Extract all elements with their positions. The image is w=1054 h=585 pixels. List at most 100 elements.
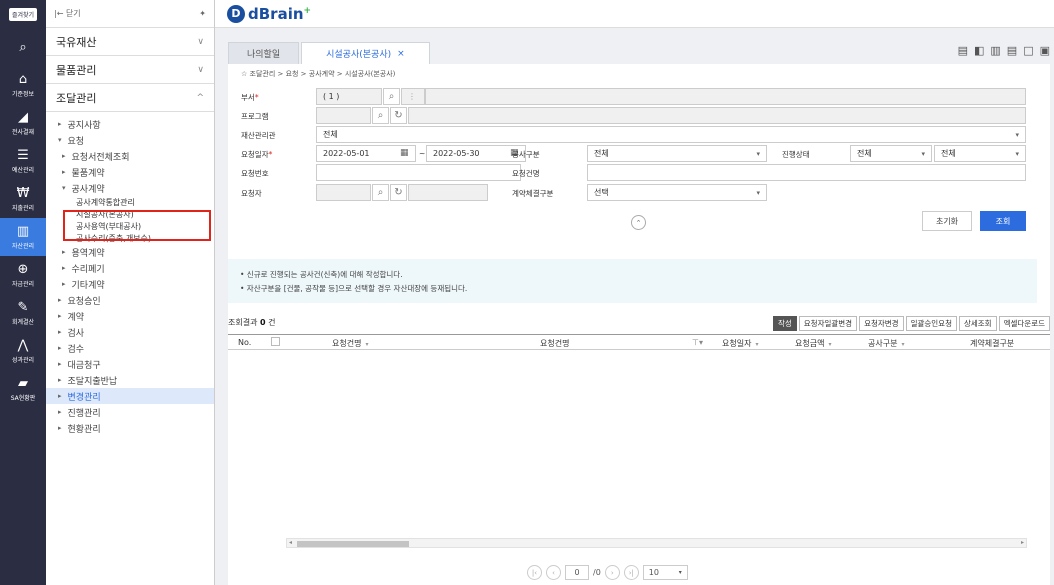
pin-icon[interactable]: ✦ [199, 9, 206, 18]
col-request-amount[interactable]: 요청금액 ▾ [795, 338, 831, 349]
window-icon[interactable]: □ [1023, 44, 1033, 57]
col-contract-method[interactable]: 계약체결구분 [970, 338, 1014, 349]
rail-favorites[interactable]: 즐겨찾기 [0, 0, 46, 28]
main-area: 나의할일 시설공사(본공사) × ▤ ◧ ▥ ▤ □ ▣ ☆ 조달관리 > 요청 … [215, 28, 1054, 585]
asset-manager-select[interactable]: 전체 ▾ [316, 126, 1026, 143]
layout-icon[interactable]: ▤ [958, 44, 968, 57]
sidebar: |← 닫기 ✦ 국유재산 ∨ 물품관리 ∨ 조달관리 ^ ▸ 공지사항 ▾ 요청 ▸ 요청서전체조회… [46, 0, 215, 585]
dept-code-field[interactable]: ( 1 ) [316, 88, 382, 105]
sidebar-category[interactable]: 물품관리 ∨ [46, 56, 214, 84]
action-button[interactable]: 엑셀다운로드 [998, 316, 1050, 331]
requester-search-icon[interactable]: ⌕ [372, 184, 389, 201]
sidebar-tree-item[interactable]: ▾ 요청 [46, 132, 214, 148]
sidebar-tree-item[interactable]: ▸ 수리폐기 [46, 260, 214, 276]
col-no[interactable]: No. [238, 338, 251, 347]
sidebar-category[interactable]: 국유재산 ∨ [46, 28, 214, 56]
requester-code-field[interactable] [316, 184, 371, 201]
reset-button[interactable]: 초기화 [922, 211, 972, 231]
rail-item[interactable]: ⌕ [0, 28, 46, 66]
rows-icon[interactable]: ▤ [1007, 44, 1017, 57]
request-name-input[interactable] [587, 164, 1026, 181]
rail-item[interactable]: ☰ 예산관리 [0, 142, 46, 180]
action-button[interactable]: 작성 [772, 316, 797, 331]
sidebar-tree-item[interactable]: ▸ 요청서전체조회 [46, 148, 214, 164]
next-page-icon[interactable]: › [604, 565, 620, 580]
sidebar-tree-item[interactable]: ▸ 물품계약 [46, 164, 214, 180]
sidebar-tree-item[interactable]: ▸ 용역계약 [46, 244, 214, 260]
sidebar-tree-item[interactable]: ▸ 조달지출반납 [46, 372, 214, 388]
status-select-a[interactable]: 전체 ▾ [850, 145, 932, 162]
sidebar-tree-item[interactable]: ▸ 진행관리 [46, 404, 214, 420]
col-construction-type[interactable]: 공사구분 ▾ [868, 338, 904, 349]
dept-search-icon[interactable]: ⌕ [383, 88, 400, 105]
action-button[interactable]: 상세조회 [958, 316, 997, 331]
sidebar-tree-item[interactable]: ▸ 대금청구 [46, 356, 214, 372]
notice-line-2: • 자산구분을 [건물, 공작물 등]으로 선택할 경우 자산대장에 등재됩니다… [240, 284, 468, 293]
tab-active[interactable]: 시설공사(본공사) × [301, 42, 430, 64]
rail-item[interactable]: ◢ 전사결재 [0, 104, 46, 142]
action-button[interactable]: 일괄승인요청 [905, 316, 957, 331]
sidebar-tree-item[interactable]: ▸ 요청승인 [46, 292, 214, 308]
rail-item[interactable]: ₩ 지출관리 [0, 180, 46, 218]
rail-item[interactable]: ⊕ 자금관리 [0, 256, 46, 294]
sidebar-tree-item[interactable]: ▸ 검수 [46, 340, 214, 356]
select-all-checkbox[interactable] [271, 337, 280, 346]
tree-arrow-icon: ▸ [58, 344, 62, 352]
action-button[interactable]: 요청자일괄변경 [798, 316, 858, 331]
collapse-up-icon[interactable]: ⌃ [631, 215, 646, 230]
rail-item[interactable]: ⌂ 기준정보 [0, 66, 46, 104]
rail-item[interactable]: ▰ SA현황판 [0, 370, 46, 408]
chevron-down-icon: ▾ [678, 569, 682, 576]
requester-reset-icon[interactable]: ↻ [390, 184, 407, 201]
filter-icon[interactable]: ⊤▾ [692, 338, 703, 347]
icon-rail: 즐겨찾기 ⌕ ⌂ 기준정보 ◢ 전사결재 ☰ 예산관리 ₩ 지출관리 ▥ 자산관리 ⊕ 자금관리 ✎ 회계결… [0, 0, 46, 585]
rail-item[interactable]: ▥ 자산관리 [0, 218, 46, 256]
rail-item[interactable]: ✎ 회계결산 [0, 294, 46, 332]
dept-clear-field[interactable]: ⋮ [401, 88, 425, 105]
col-request-name[interactable]: 요청건명 ▾ [332, 338, 368, 349]
tab-home[interactable]: 나의할일 [228, 42, 300, 64]
calendar-icon[interactable]: ▦ [400, 148, 412, 158]
rail-item[interactable]: ⋀ 성과관리 [0, 332, 46, 370]
sidebar-tree-item[interactable]: ▸ 공지사항 [46, 116, 214, 132]
scroll-thumb[interactable] [297, 541, 409, 547]
status-select-b[interactable]: 전체 ▾ [934, 145, 1026, 162]
sidebar-tree-item[interactable]: ▸ 기타계약 [46, 276, 214, 292]
sidebar-tree-item[interactable]: ▸ 계약 [46, 308, 214, 324]
col-request-date[interactable]: 요청일자 ▾ [722, 338, 758, 349]
contract-method-select[interactable]: 선택 ▾ [587, 184, 767, 201]
page-size-select[interactable]: 10 ▾ [642, 565, 688, 580]
sidebar-tree-item[interactable]: ▾ 공사계약 [46, 180, 214, 196]
split-icon[interactable]: ◧ [974, 44, 984, 57]
sidebar-tree-item[interactable]: ▸ 현황관리 [46, 420, 214, 436]
tree-arrow-icon: ▾ [58, 136, 62, 144]
columns-icon[interactable]: ▥ [990, 44, 1000, 57]
page-input[interactable]: 0 [565, 565, 589, 580]
search-button[interactable]: 조회 [980, 211, 1026, 231]
breadcrumb: ☆ 조달관리 > 요청 > 공사계약 > 시설공사(본공사) [241, 70, 396, 78]
sidebar-tree-item[interactable]: ▸ 변경관리 [46, 388, 214, 404]
program-reset-icon[interactable]: ↻ [390, 107, 407, 124]
program-search-icon[interactable]: ⌕ [372, 107, 389, 124]
prev-page-icon[interactable]: ‹ [546, 565, 561, 580]
scroll-right-icon[interactable]: ▸ [1021, 539, 1024, 546]
fullscreen-icon[interactable]: ▣ [1040, 44, 1050, 57]
sidebar-tree-item[interactable]: ▸ 검사 [46, 324, 214, 340]
first-page-icon[interactable]: |‹ [527, 565, 542, 580]
action-button[interactable]: 요청자변경 [859, 316, 904, 331]
col-request-title[interactable]: 요청건명 [540, 338, 569, 349]
scroll-left-icon[interactable]: ◂ [289, 539, 292, 546]
edit-icon: ✎ [17, 300, 29, 315]
close-icon[interactable]: × [397, 49, 405, 59]
money-icon: ₩ [16, 186, 30, 201]
horizontal-scrollbar[interactable]: ◂ ▸ [286, 538, 1027, 548]
request-no-input[interactable] [316, 164, 521, 181]
program-code-field[interactable] [316, 107, 371, 124]
sidebar-tree-item[interactable]: 공사계약통합관리 [46, 196, 214, 208]
favorites-button[interactable]: 즐겨찾기 [8, 7, 38, 21]
last-page-icon[interactable]: ›| [623, 565, 639, 580]
construction-type-select[interactable]: 전체 ▾ [587, 145, 767, 162]
sidebar-collapse-button[interactable]: |← 닫기 [54, 8, 81, 19]
tree-item-label: 용역계약 [71, 248, 105, 259]
sidebar-category[interactable]: 조달관리 ^ [46, 84, 214, 112]
